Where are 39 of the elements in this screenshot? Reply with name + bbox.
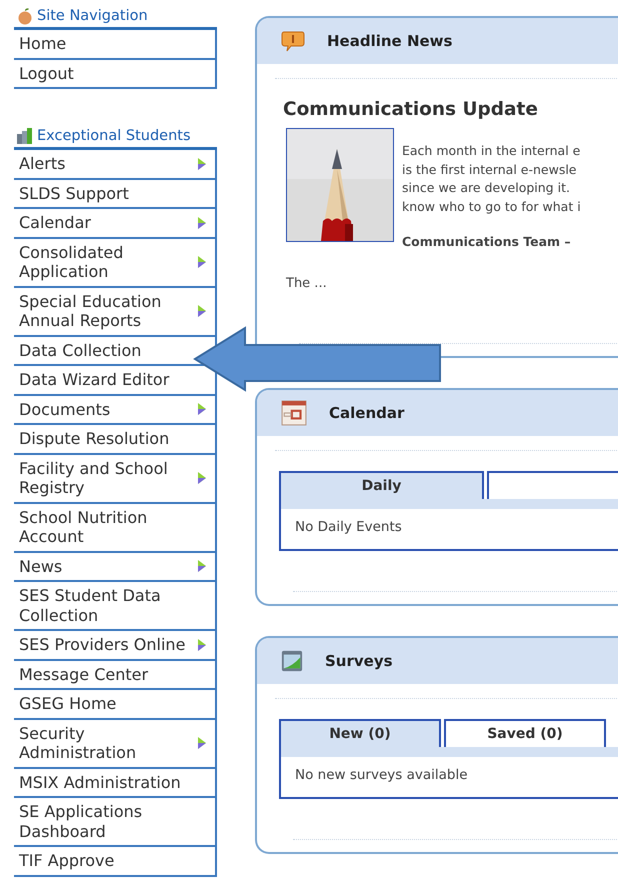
article-teaser: The ... — [286, 276, 328, 290]
peach-icon — [16, 7, 34, 25]
nav-item[interactable]: Dispute Resolution — [14, 425, 217, 454]
nav-item[interactable]: SES Providers Online — [14, 631, 217, 660]
article-text: Each month in the internal e is the first internal e-newsle since we are developing it. know who to go to for what i — [402, 142, 581, 216]
speech-bubble-icon — [281, 29, 305, 53]
nav-item[interactable]: School Nutrition Account — [14, 504, 217, 552]
building-icon — [16, 127, 34, 145]
nav-item[interactable]: Logout — [14, 60, 217, 89]
nav-item[interactable]: Facility and School Registry — [14, 454, 217, 504]
panel-title: Surveys — [325, 652, 393, 670]
article-title: Communications Update — [283, 99, 539, 120]
section-title[interactable]: Site Navigation — [37, 8, 148, 24]
nav-item[interactable]: Home — [14, 30, 217, 60]
nav-item[interactable]: MSIX Administration — [14, 768, 217, 798]
empty-message: No new surveys available — [294, 766, 469, 784]
nav-item[interactable]: Special Education Annual Reports — [14, 288, 217, 336]
tab[interactable]: New (0) — [279, 718, 441, 746]
nav-item[interactable]: News — [14, 552, 217, 582]
nav-item[interactable]: Security Administration — [14, 720, 217, 768]
empty-message: No Daily Events — [294, 518, 403, 536]
nav-item[interactable]: Consolidated Application — [14, 238, 217, 288]
nav-item[interactable]: Message Center — [14, 660, 217, 690]
nav-item[interactable]: Calendar — [14, 209, 217, 238]
tab[interactable]: Saved (0) — [444, 718, 606, 746]
nav-item[interactable]: TIF Approve — [14, 847, 217, 876]
nav-item[interactable]: SLDS Support — [14, 180, 217, 209]
calendar-icon — [281, 400, 307, 426]
nav-item[interactable]: SE Applications Dashboard — [14, 798, 217, 847]
article-byline: Communications Team – — [402, 233, 572, 251]
section-title[interactable]: Exceptional Students — [37, 128, 191, 144]
tab[interactable]: Daily — [279, 470, 484, 498]
nav-item[interactable]: Alerts — [14, 150, 217, 180]
panel-title: Headline News — [327, 32, 452, 50]
nav-item[interactable]: GSEG Home — [14, 690, 217, 720]
nav-item[interactable]: Documents — [14, 396, 217, 425]
chart-window-icon — [281, 650, 303, 672]
nav-item[interactable]: SES Student Data Collection — [14, 582, 217, 631]
panel-title: Calendar — [329, 404, 404, 422]
